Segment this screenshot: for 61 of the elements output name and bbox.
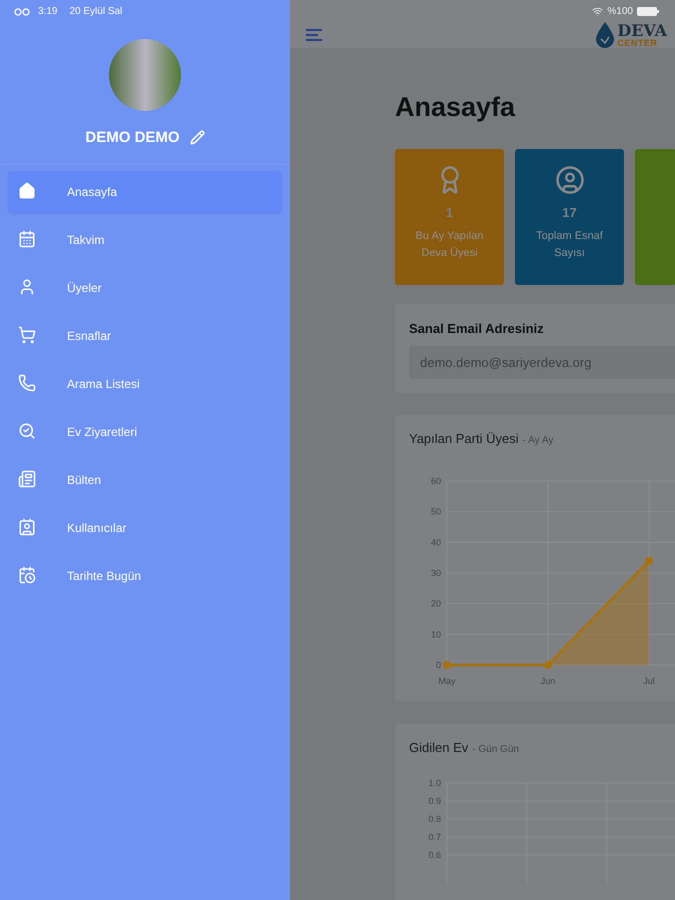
status-time: 3:19 bbox=[38, 6, 58, 16]
menu-item[interactable]: Ev Ziyaretleri bbox=[8, 411, 282, 453]
calendar-clock-icon bbox=[18, 566, 36, 584]
axis-tick-label: 40 bbox=[430, 537, 441, 548]
menu-item[interactable]: Anasayfa bbox=[8, 171, 282, 213]
logo-text: DEVA bbox=[617, 22, 667, 38]
menu-item[interactable]: Takvim bbox=[8, 219, 282, 261]
menu-item[interactable]: Tarihte Bugün bbox=[8, 555, 282, 597]
stat-label: Bu Ay Yapılan bbox=[416, 229, 484, 244]
data-point bbox=[544, 661, 552, 669]
axis-tick-label: 0.7 bbox=[428, 832, 441, 842]
menu-item[interactable]: Arama Listesi bbox=[8, 363, 282, 405]
status-date: 20 Eylül Sal bbox=[69, 6, 122, 16]
email-field[interactable]: demo.demo@sariyerdeva.org bbox=[409, 346, 675, 379]
phone-icon bbox=[18, 374, 36, 392]
axis-tick-label: May bbox=[438, 676, 456, 686]
axis-tick-label: Jun bbox=[540, 676, 556, 686]
axis-tick-label: 30 bbox=[430, 568, 441, 578]
data-point bbox=[443, 661, 451, 669]
axis-tick-label: 20 bbox=[430, 598, 441, 609]
cart-icon bbox=[18, 326, 36, 344]
status-icon bbox=[14, 6, 30, 16]
id-card-icon bbox=[18, 518, 36, 536]
axis-tick-label: 10 bbox=[430, 629, 441, 640]
axis-tick-label: 0.8 bbox=[428, 814, 441, 824]
stat-label: Toplam Esnaf bbox=[536, 229, 603, 244]
chart-title: Gidilen Ev bbox=[409, 740, 468, 755]
page-title: Anasayfa bbox=[395, 92, 516, 123]
edit-icon[interactable] bbox=[190, 130, 205, 145]
axis-tick-label: 0.6 bbox=[428, 850, 441, 860]
menu-item[interactable]: Esnaflar bbox=[8, 315, 282, 357]
user-name: DEMO DEMO bbox=[85, 129, 180, 146]
person-icon bbox=[18, 278, 36, 296]
menu-icon[interactable] bbox=[306, 29, 322, 41]
email-card-title: Sanal Email Adresiniz bbox=[409, 321, 544, 336]
chart-subtitle: - Gün Gün bbox=[472, 744, 519, 755]
axis-tick-label: 0.9 bbox=[428, 796, 441, 806]
stat-value: 17 bbox=[562, 205, 577, 220]
axis-tick-label: 60 bbox=[430, 476, 441, 486]
stat-label: Sayısı bbox=[554, 246, 585, 261]
user-circle-icon bbox=[554, 165, 584, 195]
axis-tick-label: 1.0 bbox=[428, 778, 441, 788]
wifi-icon bbox=[592, 6, 604, 16]
data-point bbox=[645, 556, 653, 565]
axis-tick-label: 0 bbox=[436, 660, 441, 670]
calendar-icon bbox=[18, 230, 36, 248]
logo-subtext: CENTER bbox=[617, 38, 658, 48]
axis-tick-label: 50 bbox=[430, 506, 441, 517]
stat-value: 1 bbox=[446, 205, 454, 220]
chart-subtitle: - Ay Ay bbox=[522, 435, 554, 446]
newspaper-icon bbox=[18, 470, 36, 488]
home-icon bbox=[18, 182, 36, 200]
axis-tick-label: Jul bbox=[643, 676, 655, 686]
battery-level: %100 bbox=[607, 6, 633, 16]
magnifier-check-icon bbox=[18, 422, 36, 440]
menu-item[interactable]: Üyeler bbox=[8, 267, 282, 309]
battery-icon bbox=[637, 6, 659, 16]
chart-title: Yapılan Parti Üyesi bbox=[409, 431, 519, 446]
menu-item[interactable]: Bülten bbox=[8, 459, 282, 501]
menu-item[interactable]: Kullanıcılar bbox=[8, 507, 282, 549]
stat-label: Deva Üyesi bbox=[421, 246, 478, 261]
